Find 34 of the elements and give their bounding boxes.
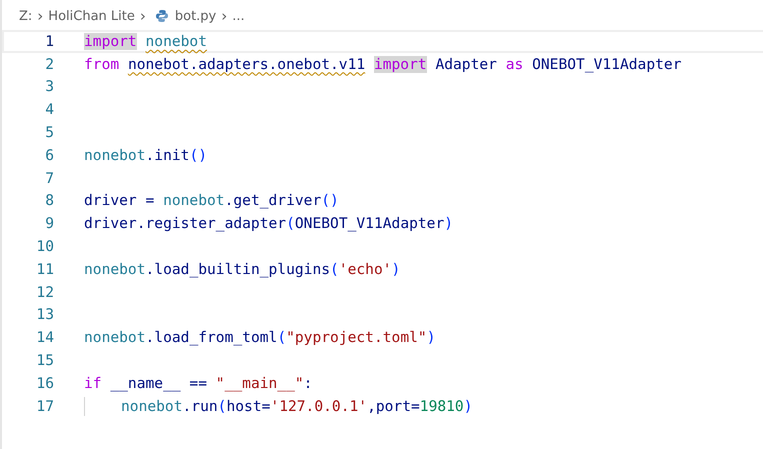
line-number: 10 [35,238,54,256]
line-number: 1 [44,32,54,50]
line-number: 11 [35,260,54,278]
line-number: 4 [44,101,54,118]
code-line: nonebot.init() [84,146,208,164]
line-number: 3 [44,78,54,96]
chevron-icon: › [140,7,146,25]
code-line: nonebot.load_builtin_plugins('echo') [84,260,400,278]
folder-crumb[interactable]: HoliChan Lite [48,8,135,24]
line-number: 6 [44,146,54,164]
line-number: 8 [44,192,54,210]
line-number: 2 [44,56,54,73]
code-line: nonebot.load_from_toml("pyproject.toml") [84,329,436,346]
line-number: 16 [35,374,54,392]
line-number: 14 [35,329,54,346]
line-number: 5 [44,124,54,142]
code-line: import nonebot [84,32,208,50]
code-line: driver = nonebot.get_driver() [84,192,339,210]
line-number: 7 [44,170,54,187]
line-number: 9 [44,215,54,232]
chevron-icon: › [37,7,44,25]
python-icon [154,9,169,23]
code-line: if __name__ == "__main__": [84,374,312,392]
code-line: from nonebot.adapters.onebot.v11 import Adapter as ONEBOT_V11Adapter [84,56,682,73]
folder-crumb[interactable]: Z: [19,8,32,24]
line-number: 13 [35,306,54,324]
file-crumb[interactable]: bot.py [174,8,216,24]
code-line: driver.register_adapter(ONEBOT_V11Adapter) [84,215,454,232]
more-crumb[interactable]: ... [232,8,245,24]
chevron-icon: › [221,7,228,25]
code-line: nonebot.run(host='127.0.0.1',port=19810) [121,398,473,415]
line-number: 12 [35,284,54,301]
line-number: 17 [35,398,54,415]
line-number: 15 [35,352,54,370]
